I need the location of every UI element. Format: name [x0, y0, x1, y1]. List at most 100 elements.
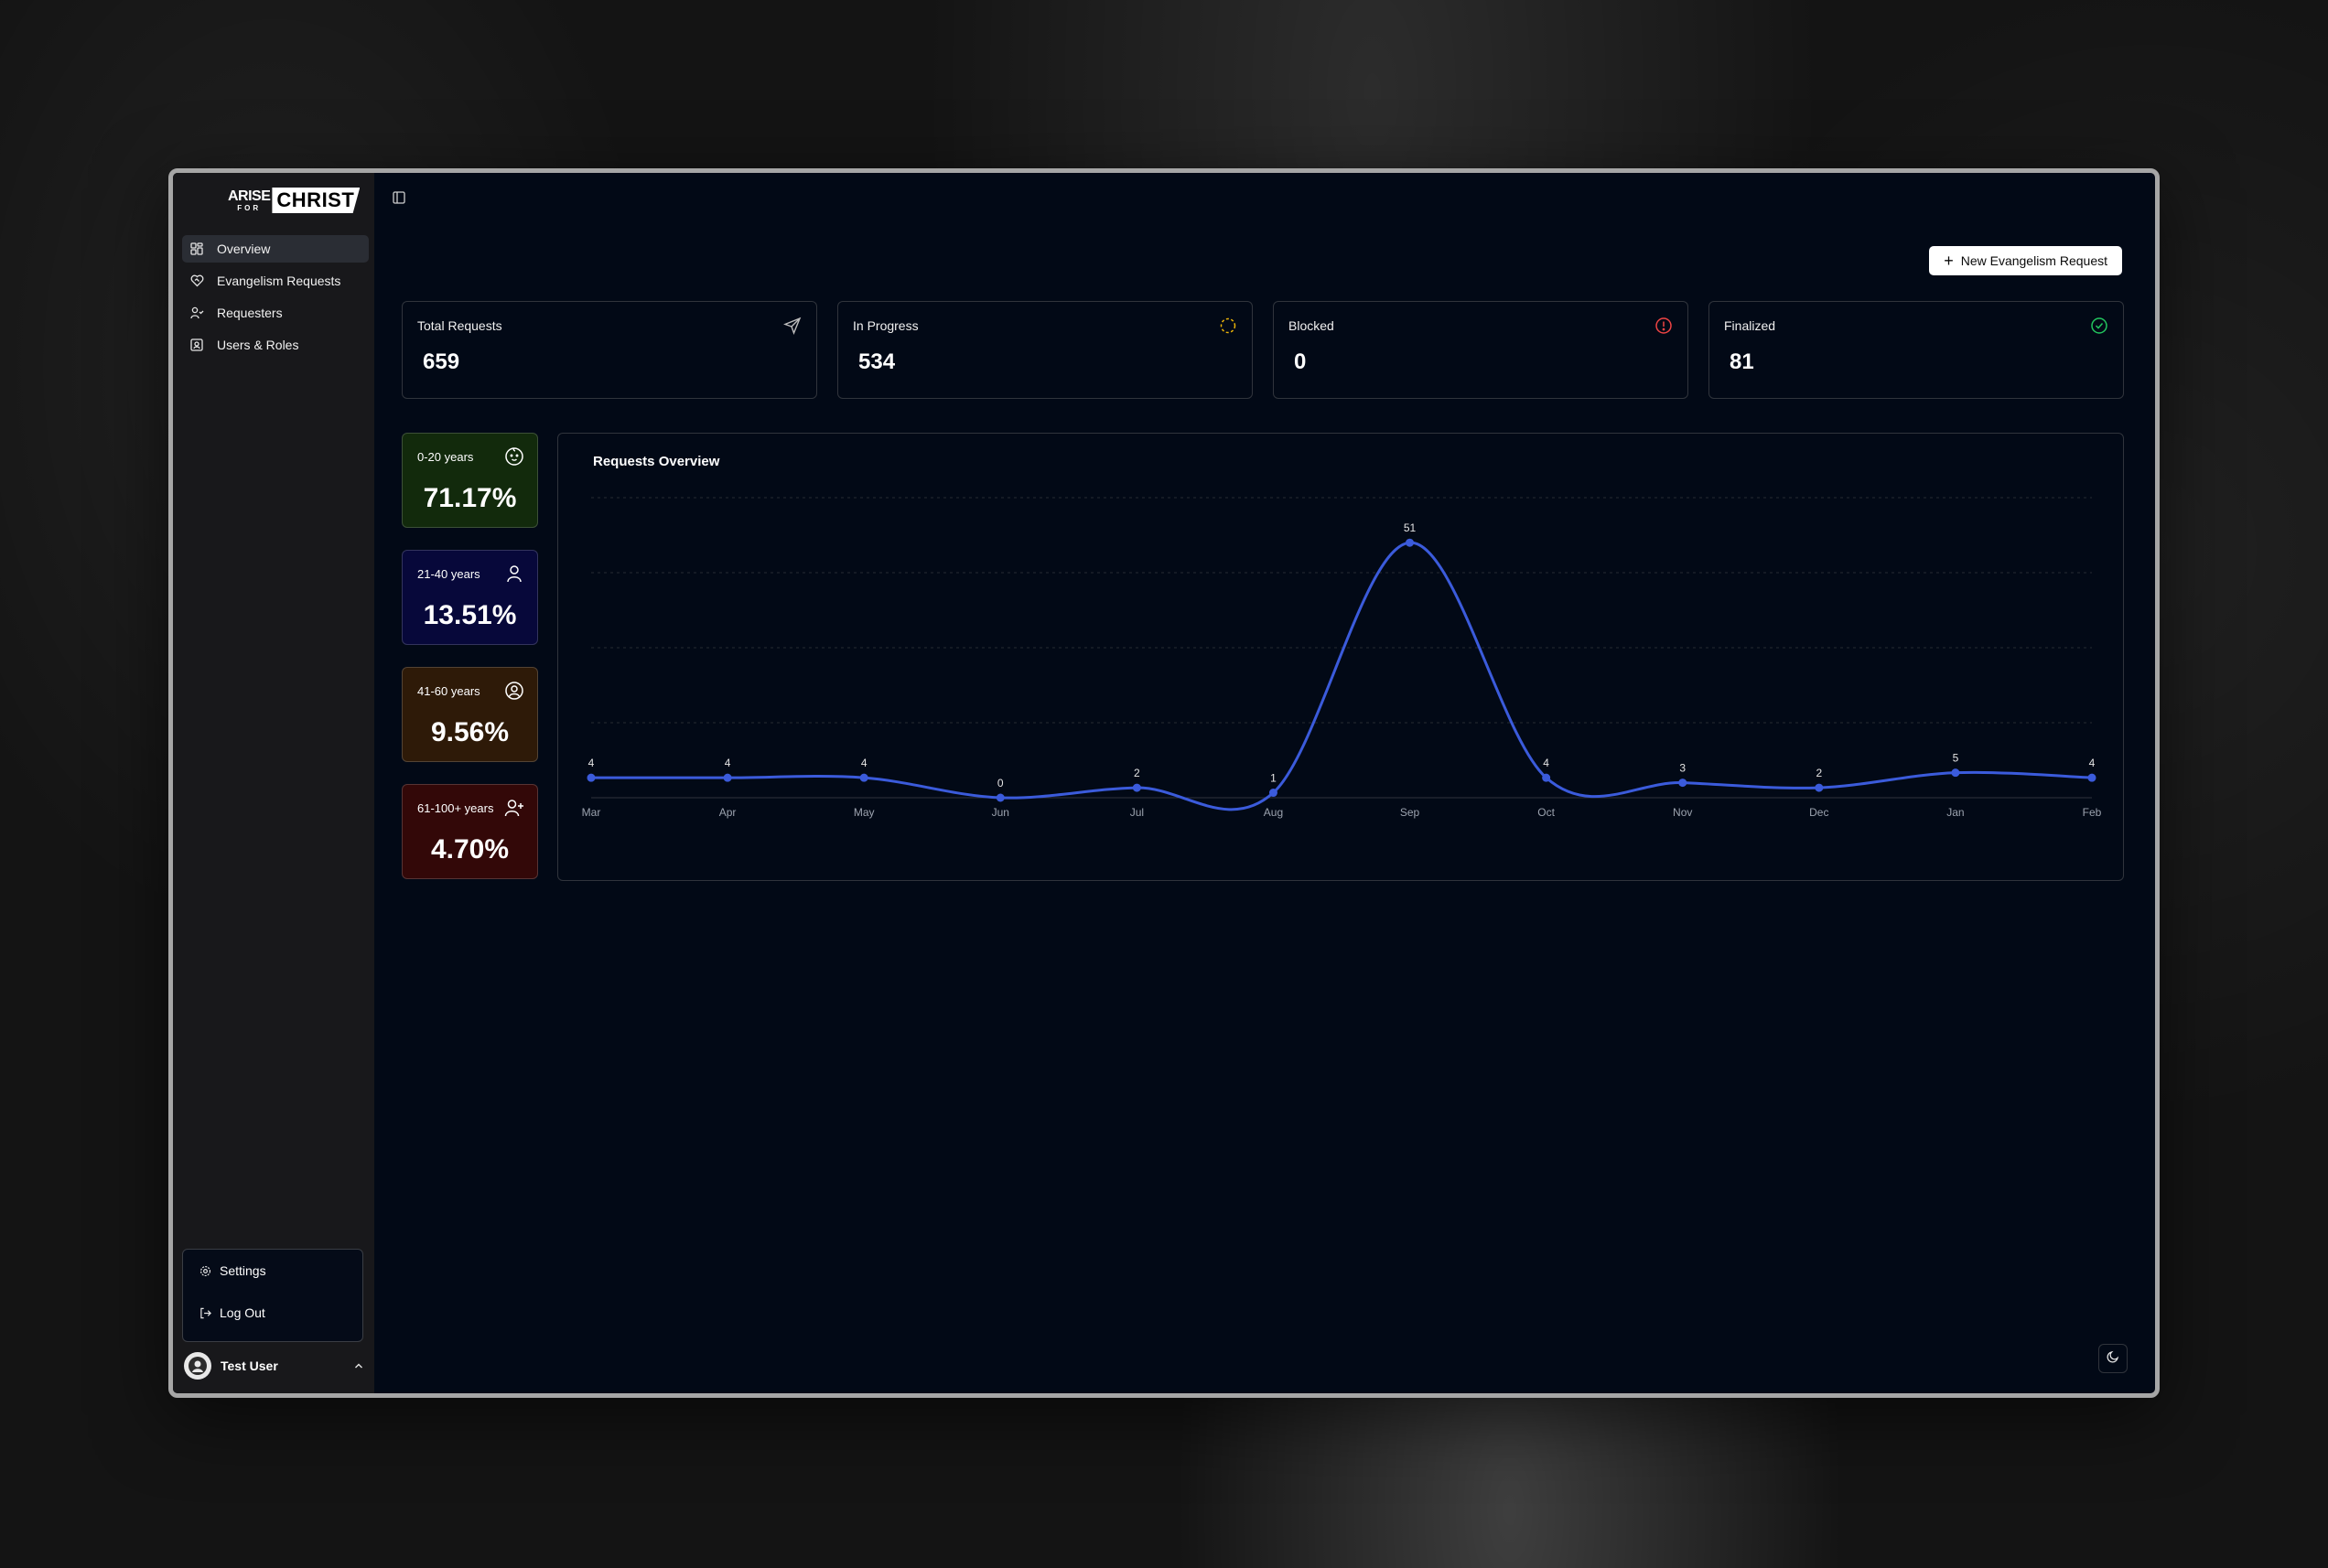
- sidebar: ARISE FOR CHRIST Overview Evangelism Req…: [173, 173, 374, 1393]
- chart-x-tick-label: Oct: [1537, 806, 1555, 819]
- loader-icon: [1219, 317, 1237, 335]
- chart-data-label: 5: [1953, 752, 1959, 765]
- sidebar-item-overview[interactable]: Overview: [182, 235, 369, 263]
- chart-data-point: [1951, 768, 1960, 778]
- user-circle-icon: [504, 681, 524, 701]
- stat-label: Finalized: [1724, 318, 1776, 333]
- chart-x-tick-label: Jul: [1130, 806, 1144, 819]
- sidebar-item-evangelism-requests[interactable]: Evangelism Requests: [182, 267, 369, 295]
- chart-x-tick-label: Aug: [1264, 806, 1283, 819]
- user-profile-button[interactable]: Test User: [182, 1349, 369, 1382]
- chart-data-point: [2087, 773, 2096, 782]
- line-chart: 4 Mar 4 Apr 4 May 0 Jun 2 Jul 1 Aug 51 Sep 4 Oct 3 Nov 2 De…: [582, 497, 2102, 819]
- main-content: + New Evangelism Request Total Requests …: [374, 173, 2155, 1393]
- age-percentage: 13.51%: [423, 600, 517, 630]
- send-icon: [783, 317, 802, 335]
- log-out-icon: [199, 1306, 212, 1319]
- chart-data-label: 0: [997, 777, 1004, 789]
- chart-x-tick-label: Sep: [1400, 806, 1420, 819]
- user-plus-icon: [504, 798, 524, 818]
- stat-card-in-progress: In Progress 534: [837, 301, 1253, 399]
- user-name: Test User: [221, 1359, 278, 1373]
- chart-data-label: 3: [1679, 762, 1686, 775]
- avatar: [184, 1352, 211, 1380]
- settings-menu-item[interactable]: Settings: [199, 1261, 362, 1281]
- chevron-up-icon: [354, 1358, 363, 1374]
- user-check-icon: [189, 306, 204, 320]
- chart-x-tick-label: Nov: [1673, 806, 1692, 819]
- sidebar-toggle-icon[interactable]: [393, 191, 407, 206]
- sidebar-item-label: Overview: [217, 242, 271, 256]
- sidebar-nav: Overview Evangelism Requests Requesters …: [182, 235, 369, 363]
- chart-data-label: 2: [1134, 767, 1140, 779]
- chart-x-tick-label: May: [854, 806, 875, 819]
- chart-data-point: [1542, 773, 1551, 782]
- sidebar-item-label: Users & Roles: [217, 338, 299, 352]
- logo-for-text: FOR: [237, 203, 262, 212]
- age-label: 41-60 years: [417, 684, 480, 698]
- stat-card-finalized: Finalized 81: [1708, 301, 2124, 399]
- heart-handshake-icon: [189, 274, 204, 288]
- sidebar-item-requesters[interactable]: Requesters: [182, 299, 369, 327]
- theme-toggle-button[interactable]: [2098, 1344, 2128, 1373]
- gear-icon: [199, 1264, 212, 1277]
- age-percentage: 71.17%: [423, 483, 517, 513]
- chart-data-label: 2: [1816, 767, 1822, 779]
- chart-data-point: [1678, 779, 1687, 788]
- chart-data-label: 4: [861, 757, 868, 769]
- chart-data-point: [1406, 538, 1415, 547]
- stat-value: 534: [858, 349, 896, 374]
- stat-value: 81: [1730, 349, 1754, 374]
- alert-circle-icon: [1654, 317, 1673, 335]
- stat-value: 0: [1294, 349, 1307, 374]
- age-label: 0-20 years: [417, 450, 474, 464]
- chart-data-point: [723, 773, 732, 782]
- age-card-61-100: 61-100+ years 4.70%: [402, 784, 538, 879]
- chart-series-line: [591, 541, 2093, 811]
- logo-arise: ARISE FOR: [228, 188, 271, 212]
- chart-x-tick-label: Apr: [719, 806, 737, 819]
- age-label: 21-40 years: [417, 567, 480, 581]
- age-card-41-60: 41-60 years 9.56%: [402, 667, 538, 762]
- app-logo[interactable]: ARISE FOR CHRIST: [228, 188, 361, 213]
- grid-icon: [189, 242, 204, 256]
- app-window: ARISE FOR CHRIST Overview Evangelism Req…: [168, 168, 2160, 1398]
- logo-arise-text: ARISE: [228, 188, 271, 204]
- contact-icon: [189, 338, 204, 352]
- age-label: 61-100+ years: [417, 801, 494, 815]
- chart-x-tick-label: Mar: [582, 806, 601, 819]
- chart-data-point: [859, 773, 868, 782]
- new-evangelism-request-button[interactable]: + New Evangelism Request: [1929, 246, 2122, 275]
- age-card-0-20: 0-20 years 71.17%: [402, 433, 538, 528]
- age-percentage: 9.56%: [430, 717, 510, 747]
- chart-data-point: [1132, 783, 1141, 792]
- stat-label: In Progress: [853, 318, 919, 333]
- logout-label: Log Out: [220, 1305, 265, 1320]
- chart-data-label: 1: [1270, 772, 1277, 785]
- chart-data-label: 51: [1404, 521, 1417, 534]
- sidebar-item-label: Evangelism Requests: [217, 274, 341, 288]
- chart-x-tick-label: Jun: [992, 806, 1009, 819]
- chart-data-point: [587, 773, 596, 782]
- chart-data-point: [1815, 783, 1824, 792]
- chart-data-label: 4: [588, 757, 595, 769]
- age-percentage: 4.70%: [430, 834, 510, 865]
- plus-icon: +: [1944, 252, 1954, 270]
- stat-value: 659: [423, 349, 460, 374]
- user-menu-popover: Settings Log Out: [182, 1249, 363, 1342]
- chart-data-label: 4: [2089, 757, 2096, 769]
- chart-data-point: [996, 793, 1005, 802]
- chart-data-label: 4: [1543, 757, 1549, 769]
- user-icon: [504, 564, 524, 584]
- stat-card-blocked: Blocked 0: [1273, 301, 1688, 399]
- chart-x-tick-label: Jan: [1946, 806, 1964, 819]
- logout-menu-item[interactable]: Log Out: [199, 1303, 362, 1323]
- check-circle-icon: [2090, 317, 2108, 335]
- chart-x-tick-label: Dec: [1809, 806, 1828, 819]
- sidebar-item-users-roles[interactable]: Users & Roles: [182, 331, 369, 359]
- new-evangelism-request-label: New Evangelism Request: [1960, 253, 2107, 268]
- logo-christ-text: CHRIST: [272, 188, 361, 213]
- moon-icon: [2107, 1350, 2119, 1368]
- stat-label: Total Requests: [417, 318, 502, 333]
- chart-data-label: 4: [725, 757, 731, 769]
